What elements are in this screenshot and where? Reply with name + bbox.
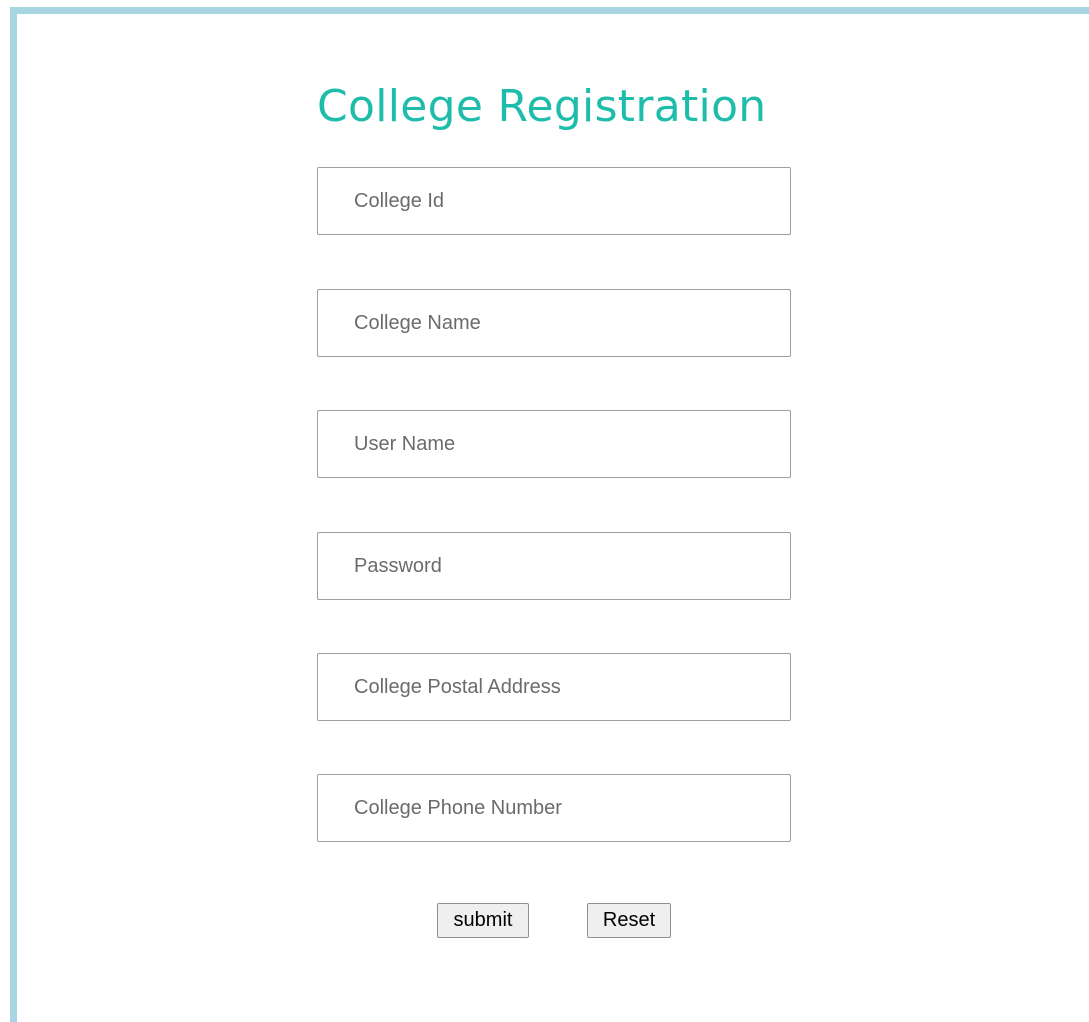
submit-button[interactable]: submit	[437, 903, 529, 938]
reset-button[interactable]: Reset	[587, 903, 671, 938]
college-name-field[interactable]	[317, 289, 791, 357]
user-name-field[interactable]	[317, 410, 791, 478]
college-phone-number-field[interactable]	[317, 774, 791, 842]
password-field[interactable]	[317, 532, 791, 600]
college-postal-address-field[interactable]	[317, 653, 791, 721]
page-frame	[10, 7, 1089, 1022]
college-id-field[interactable]	[317, 167, 791, 235]
page-title: College Registration	[317, 81, 767, 132]
